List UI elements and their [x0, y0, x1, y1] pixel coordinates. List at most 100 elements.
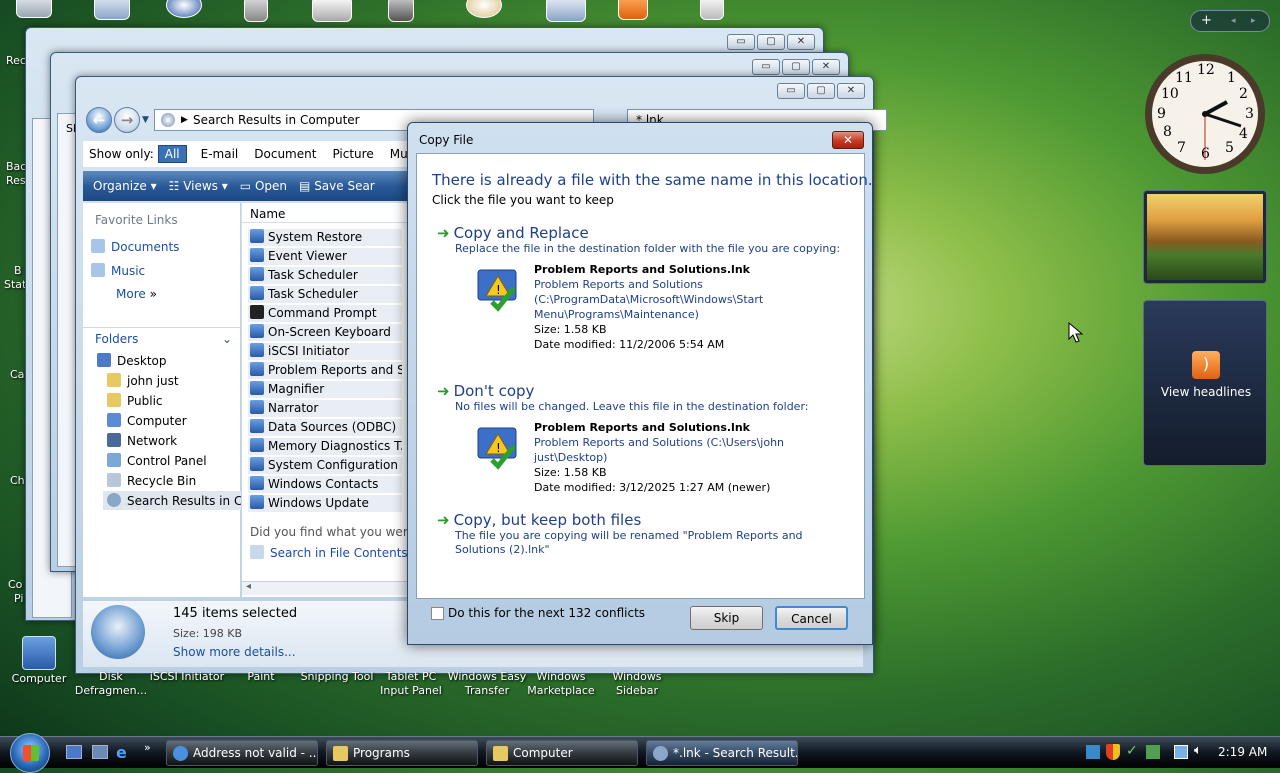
back-arrow-icon[interactable]: ←: [86, 107, 112, 133]
favorite-link-documents[interactable]: Documents: [91, 239, 179, 254]
desktop-top-icon[interactable]: [16, 0, 52, 18]
tray-check-icon[interactable]: ✓: [1126, 743, 1138, 759]
filter-all[interactable]: All: [157, 145, 187, 163]
search-file-contents-link[interactable]: Search in File Contents: [250, 545, 408, 560]
conflicts-checkbox[interactable]: [431, 607, 444, 620]
maximize-button[interactable]: ▢: [782, 59, 810, 75]
filter-picture[interactable]: Picture: [324, 145, 381, 163]
file-item[interactable]: Task Scheduler: [248, 267, 402, 285]
file-item[interactable]: Memory Diagnostics T...: [248, 438, 402, 456]
start-button[interactable]: [10, 733, 50, 773]
add-gadget-icon[interactable]: +: [1201, 11, 1212, 31]
option-dont-copy[interactable]: ➜ Don't copy No files will be changed. Le…: [437, 382, 857, 414]
file-item[interactable]: Command Prompt: [248, 305, 402, 323]
tree-item-recycle-bin[interactable]: Recycle Bin: [107, 473, 196, 488]
file-item[interactable]: iSCSI Initiator: [248, 343, 402, 361]
desktop-top-icon[interactable]: [700, 0, 724, 20]
dialog-close-button[interactable]: ✕: [832, 131, 864, 149]
tray-icon[interactable]: [1086, 745, 1100, 759]
switch-windows-icon[interactable]: [92, 745, 108, 759]
desktop-top-icon[interactable]: [312, 0, 352, 22]
file-item[interactable]: Task Scheduler: [248, 286, 402, 304]
previous-icon[interactable]: ◂: [1231, 11, 1236, 31]
maximize-button[interactable]: ▢: [807, 83, 835, 99]
volume-muted-icon[interactable]: 🔈︎: [1194, 743, 1202, 758]
open-button[interactable]: ▭ Open: [240, 179, 287, 193]
quick-launch-overflow-icon[interactable]: »: [144, 741, 151, 754]
minimize-button[interactable]: ▭: [727, 34, 755, 50]
next-icon[interactable]: ▸: [1251, 11, 1256, 31]
desktop-top-icon[interactable]: [388, 0, 414, 22]
tree-item-computer[interactable]: Computer: [107, 413, 187, 428]
destination-file-info[interactable]: Problem Reports and Solutions.lnk Proble…: [534, 420, 854, 495]
taskbar-clock[interactable]: 2:19 AM: [1218, 745, 1267, 759]
cancel-button[interactable]: Cancel: [775, 606, 848, 630]
filter-document[interactable]: Document: [246, 145, 324, 163]
forward-arrow-icon[interactable]: →: [114, 107, 140, 133]
horizontal-scrollbar[interactable]: ◂: [242, 581, 419, 595]
desktop-top-icon[interactable]: [244, 0, 268, 22]
feed-headlines-gadget[interactable]: ) View headlines: [1143, 300, 1267, 466]
desktop-top-icon[interactable]: [94, 0, 130, 20]
file-item[interactable]: Narrator: [248, 400, 402, 418]
taskbar-button-search[interactable]: *.lnk - Search Result...: [646, 740, 798, 766]
show-more-details-link[interactable]: Show more details...: [173, 645, 296, 659]
close-button[interactable]: ✕: [787, 34, 815, 50]
file-item[interactable]: Windows Update: [248, 495, 402, 513]
desktop-icon-easy-transfer[interactable]: Windows Easy Transfer: [446, 670, 528, 698]
filter-email[interactable]: E-mail: [193, 145, 247, 163]
clock-gadget[interactable]: 12 1 2 3 4 5 6 7 8 9 10 11: [1143, 52, 1267, 176]
tree-item-control-panel[interactable]: Control Panel: [107, 453, 207, 468]
taskbar-button-ie[interactable]: Address not valid - ...: [166, 740, 318, 766]
desktop-top-icon[interactable]: [546, 0, 586, 22]
tree-item-network[interactable]: Network: [107, 433, 177, 448]
desktop-top-icon[interactable]: [166, 0, 202, 18]
favorite-link-music[interactable]: Music: [91, 263, 145, 278]
slideshow-gadget[interactable]: [1143, 190, 1267, 284]
file-item[interactable]: Data Sources (ODBC): [248, 419, 402, 437]
file-item[interactable]: Magnifier: [248, 381, 402, 399]
security-shield-icon[interactable]: [1106, 744, 1120, 760]
desktop-icon-computer[interactable]: Computer: [0, 636, 78, 686]
tree-item-desktop[interactable]: Desktop: [97, 353, 167, 368]
scroll-left-icon[interactable]: ◂: [246, 581, 251, 592]
source-file-info[interactable]: Problem Reports and Solutions.lnk Proble…: [534, 262, 854, 352]
option-copy-and-replace[interactable]: ➜ Copy and Replace Replace the file in th…: [437, 224, 857, 256]
taskbar-button-programs[interactable]: Programs: [326, 740, 478, 766]
network-icon[interactable]: [1174, 745, 1188, 759]
views-button[interactable]: ☷ Views ▾: [169, 179, 228, 193]
tree-item-search-results[interactable]: Search Results in Cor: [103, 491, 241, 510]
show-desktop-icon[interactable]: [66, 745, 82, 759]
desktop-icon-snipping-tool[interactable]: Snipping Tool: [298, 670, 376, 684]
desktop-icon-tablet-pc[interactable]: Tablet PC Input Panel: [372, 670, 450, 698]
desktop-icon-paint[interactable]: Paint: [222, 670, 300, 684]
more-link[interactable]: More »: [116, 287, 157, 301]
desktop-top-icon[interactable]: [466, 0, 502, 18]
desktop-icon-marketplace[interactable]: Windows Marketplace: [522, 670, 600, 698]
minimize-button[interactable]: ▭: [752, 59, 780, 75]
desktop-icon-iscsi[interactable]: iSCSI Initiator: [148, 670, 226, 684]
file-item[interactable]: System Restore: [248, 229, 402, 247]
view-headlines-label[interactable]: View headlines: [1144, 385, 1268, 399]
folders-header[interactable]: Folders ⌄: [83, 327, 240, 349]
option-keep-both[interactable]: ➜ Copy, but keep both files The file you …: [437, 511, 857, 557]
close-button[interactable]: ✕: [812, 59, 840, 75]
desktop-top-icon[interactable]: [618, 0, 648, 20]
taskbar-button-computer[interactable]: Computer: [486, 740, 638, 766]
save-search-button[interactable]: ▤ Save Sear: [299, 179, 375, 193]
minimize-button[interactable]: ▭: [777, 83, 805, 99]
tree-item-public[interactable]: Public: [107, 393, 163, 408]
file-item[interactable]: Windows Contacts: [248, 476, 402, 494]
internet-explorer-icon[interactable]: e: [116, 743, 127, 762]
skip-button[interactable]: Skip: [690, 606, 763, 630]
maximize-button[interactable]: ▢: [757, 34, 785, 50]
desktop-icon-disk-defrag[interactable]: Disk Defragmen...: [72, 670, 150, 698]
history-dropdown-icon[interactable]: ▼: [142, 115, 149, 125]
column-header-name[interactable]: Name: [242, 203, 419, 223]
file-item[interactable]: System Configuration: [248, 457, 402, 475]
file-item[interactable]: On-Screen Keyboard: [248, 324, 402, 342]
desktop-icon-sidebar[interactable]: Windows Sidebar: [598, 670, 676, 698]
tray-icon[interactable]: [1146, 745, 1160, 759]
tree-item-user[interactable]: john just: [107, 373, 179, 388]
file-item[interactable]: Problem Reports and S...: [248, 362, 402, 380]
